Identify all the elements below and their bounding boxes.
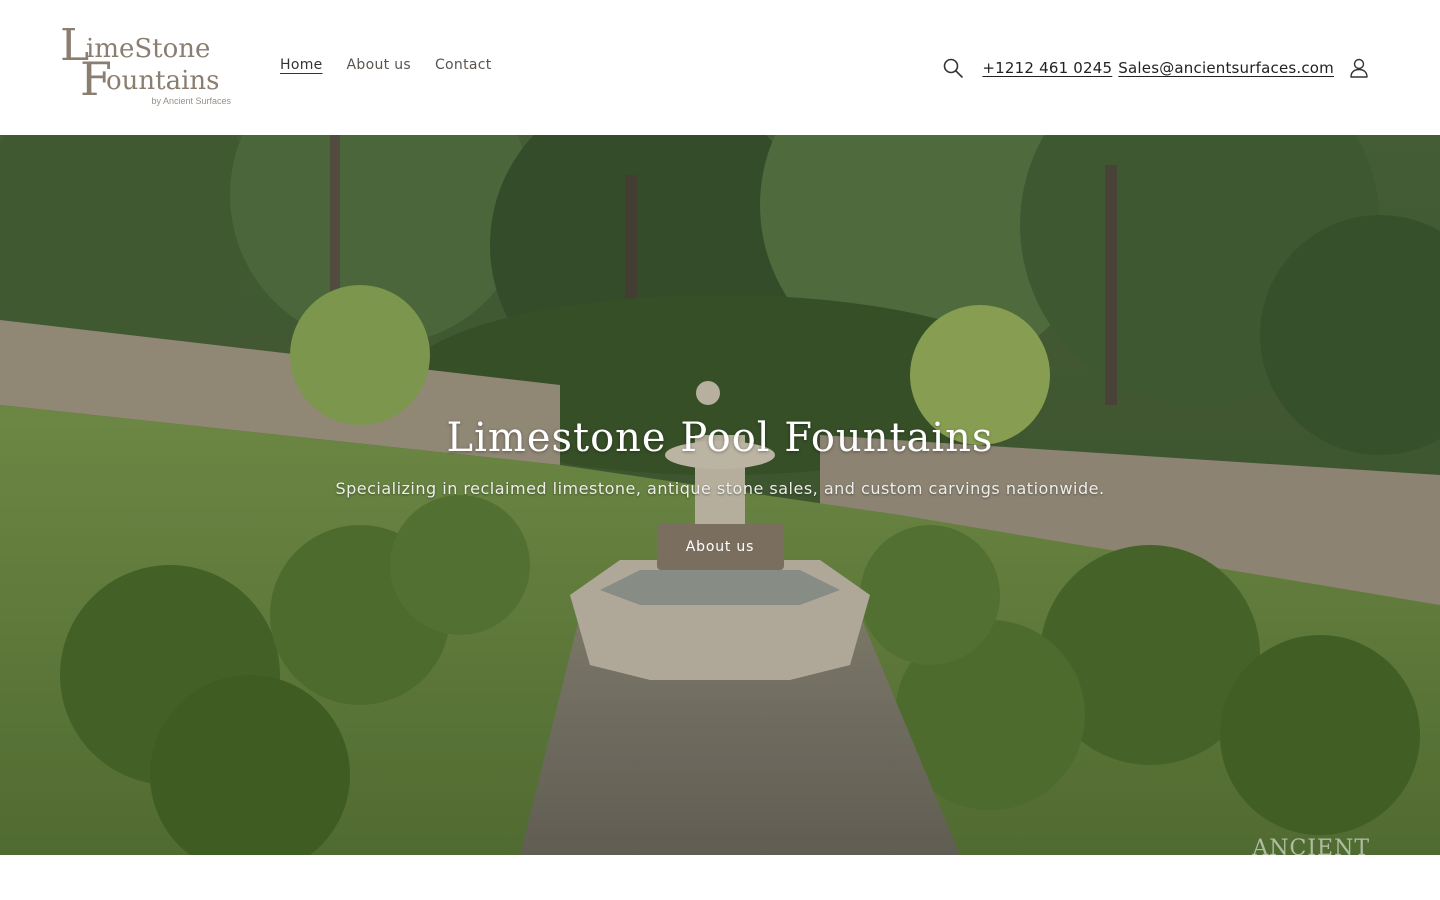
site-logo[interactable]: L imeStone F ountains by Ancient Surface… [60, 24, 235, 110]
search-icon[interactable] [940, 55, 966, 81]
site-header: L imeStone F ountains by Ancient Surface… [0, 0, 1440, 135]
header-actions: +1212 461 0245 Sales@ancientsurfaces.com [940, 55, 1372, 81]
account-icon[interactable] [1346, 55, 1372, 81]
logo-word: ountains [106, 66, 220, 96]
nav-about-us[interactable]: About us [347, 57, 411, 73]
nav-home[interactable]: Home [280, 57, 323, 73]
hero-title: Limestone Pool Fountains [446, 415, 994, 461]
about-us-button[interactable]: About us [656, 524, 784, 570]
hero-subtitle: Specializing in reclaimed limestone, ant… [335, 479, 1105, 498]
phone-link[interactable]: +1212 461 0245 [982, 59, 1112, 77]
email-link[interactable]: Sales@ancientsurfaces.com [1118, 59, 1334, 77]
image-watermark: ANCIENT [1252, 836, 1370, 855]
nav-contact[interactable]: Contact [435, 57, 492, 73]
hero-content: Limestone Pool Fountains Specializing in… [0, 415, 1440, 570]
hero-banner: Limestone Pool Fountains Specializing in… [0, 135, 1440, 855]
logo-tagline: by Ancient Surfaces [151, 96, 231, 106]
main-nav: Home About us Contact [280, 57, 492, 73]
